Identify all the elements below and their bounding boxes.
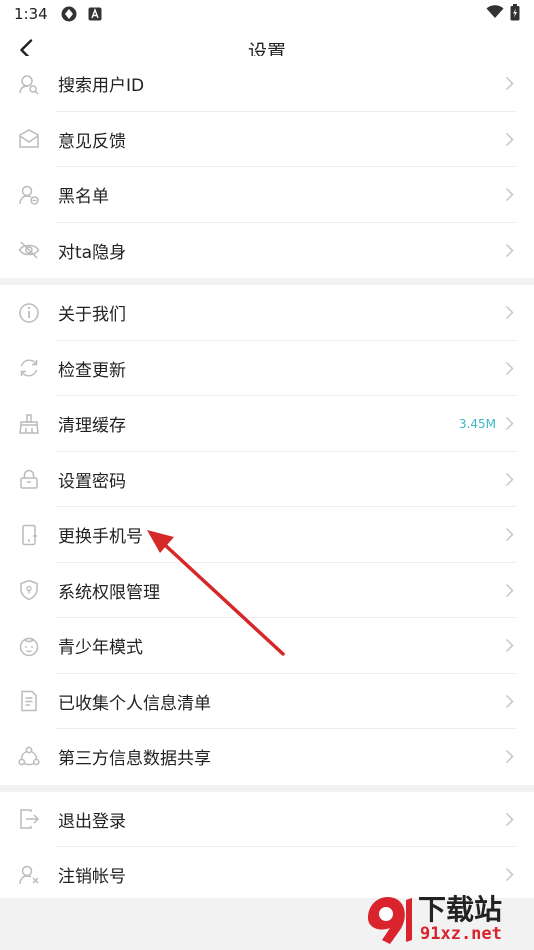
setting-blocklist[interactable]: 黑名单 [0, 167, 534, 223]
chevron-right-icon [502, 867, 516, 883]
child-face-icon [18, 635, 40, 657]
broom-icon [18, 413, 40, 435]
watermark-logo: 下载站 91xz.net [360, 888, 530, 948]
phone-icon [18, 524, 40, 546]
setting-label: 更换手机号 [58, 527, 143, 548]
setting-logout[interactable]: 退出登录 [0, 791, 534, 847]
setting-label: 已收集个人信息清单 [58, 693, 211, 714]
setting-label: 检查更新 [58, 360, 126, 381]
setting-invisible-to-ta[interactable]: 对ta隐身 [0, 222, 534, 278]
chevron-right-icon [502, 360, 516, 376]
setting-label: 黑名单 [58, 187, 109, 208]
setting-search-user-id[interactable]: 搜索用户ID [0, 56, 534, 112]
chevron-right-icon [502, 471, 516, 487]
battery-icon [510, 3, 520, 25]
setting-label: 青少年模式 [58, 638, 143, 659]
status-time: 1:34 [14, 5, 48, 23]
chevron-right-icon [502, 131, 516, 147]
chevron-right-icon [502, 811, 516, 827]
feedback-mail-icon [18, 128, 40, 150]
chevron-right-icon [502, 305, 516, 321]
chevron-right-icon [502, 527, 516, 543]
logout-icon [18, 808, 40, 830]
setting-check-update[interactable]: 检查更新 [0, 340, 534, 396]
setting-label: 退出登录 [58, 811, 126, 832]
shield-icon [18, 579, 40, 601]
settings-list[interactable]: 搜索用户ID 意见反馈 黑名单 对ta隐身 关于我们 检查更新 清理缓存 3.4… [0, 56, 534, 898]
chevron-right-icon [502, 76, 516, 92]
share-icon [18, 746, 40, 768]
setting-clear-cache[interactable]: 清理缓存 3.45M [0, 396, 534, 452]
refresh-icon [18, 357, 40, 379]
chevron-right-icon [502, 749, 516, 765]
setting-set-password[interactable]: 设置密码 [0, 451, 534, 507]
setting-teen-mode[interactable]: 青少年模式 [0, 618, 534, 674]
setting-label: 注销帐号 [58, 867, 126, 888]
setting-collected-info-list[interactable]: 已收集个人信息清单 [0, 673, 534, 729]
setting-about-us[interactable]: 关于我们 [0, 285, 534, 341]
cache-size-value: 3.45M [458, 416, 496, 431]
search-user-icon [18, 73, 40, 95]
setting-change-phone[interactable]: 更换手机号 [0, 507, 534, 563]
status-bar: 1:34 [0, 0, 534, 28]
setting-label: 设置密码 [58, 471, 126, 492]
setting-label: 清理缓存 [58, 416, 126, 437]
setting-third-party-sharing[interactable]: 第三方信息数据共享 [0, 729, 534, 785]
setting-feedback[interactable]: 意见反馈 [0, 111, 534, 167]
font-notification-icon [86, 5, 104, 23]
app-notification-icon [60, 5, 78, 23]
group-divider [0, 784, 534, 792]
group-divider [0, 278, 534, 285]
watermark-domain: 91xz.net [420, 924, 502, 944]
setting-label: 意见反馈 [58, 131, 126, 152]
chevron-right-icon [502, 416, 516, 432]
chevron-right-icon [502, 242, 516, 258]
chevron-right-icon [502, 638, 516, 654]
setting-label: 系统权限管理 [58, 582, 160, 603]
wifi-icon [486, 5, 504, 23]
chevron-right-icon [502, 582, 516, 598]
eye-hidden-icon [18, 239, 40, 261]
info-icon [18, 302, 40, 324]
user-remove-icon [18, 864, 40, 886]
setting-system-permissions[interactable]: 系统权限管理 [0, 562, 534, 618]
chevron-right-icon [502, 187, 516, 203]
watermark-brand: 下载站 [418, 893, 503, 926]
settings-group-general: 关于我们 检查更新 清理缓存 3.45M 设置密码 更换手机号 系统权限管理 青… [0, 285, 534, 785]
setting-label: 第三方信息数据共享 [58, 749, 211, 770]
setting-label: 搜索用户ID [58, 76, 145, 97]
settings-group-account: 搜索用户ID 意见反馈 黑名单 对ta隐身 [0, 56, 534, 278]
settings-group-session: 退出登录 注销帐号 [0, 791, 534, 898]
document-list-icon [18, 690, 40, 712]
blocklist-user-icon [18, 184, 40, 206]
lock-icon [18, 468, 40, 490]
setting-label: 对ta隐身 [58, 242, 127, 263]
chevron-right-icon [502, 693, 516, 709]
setting-label: 关于我们 [58, 305, 126, 326]
